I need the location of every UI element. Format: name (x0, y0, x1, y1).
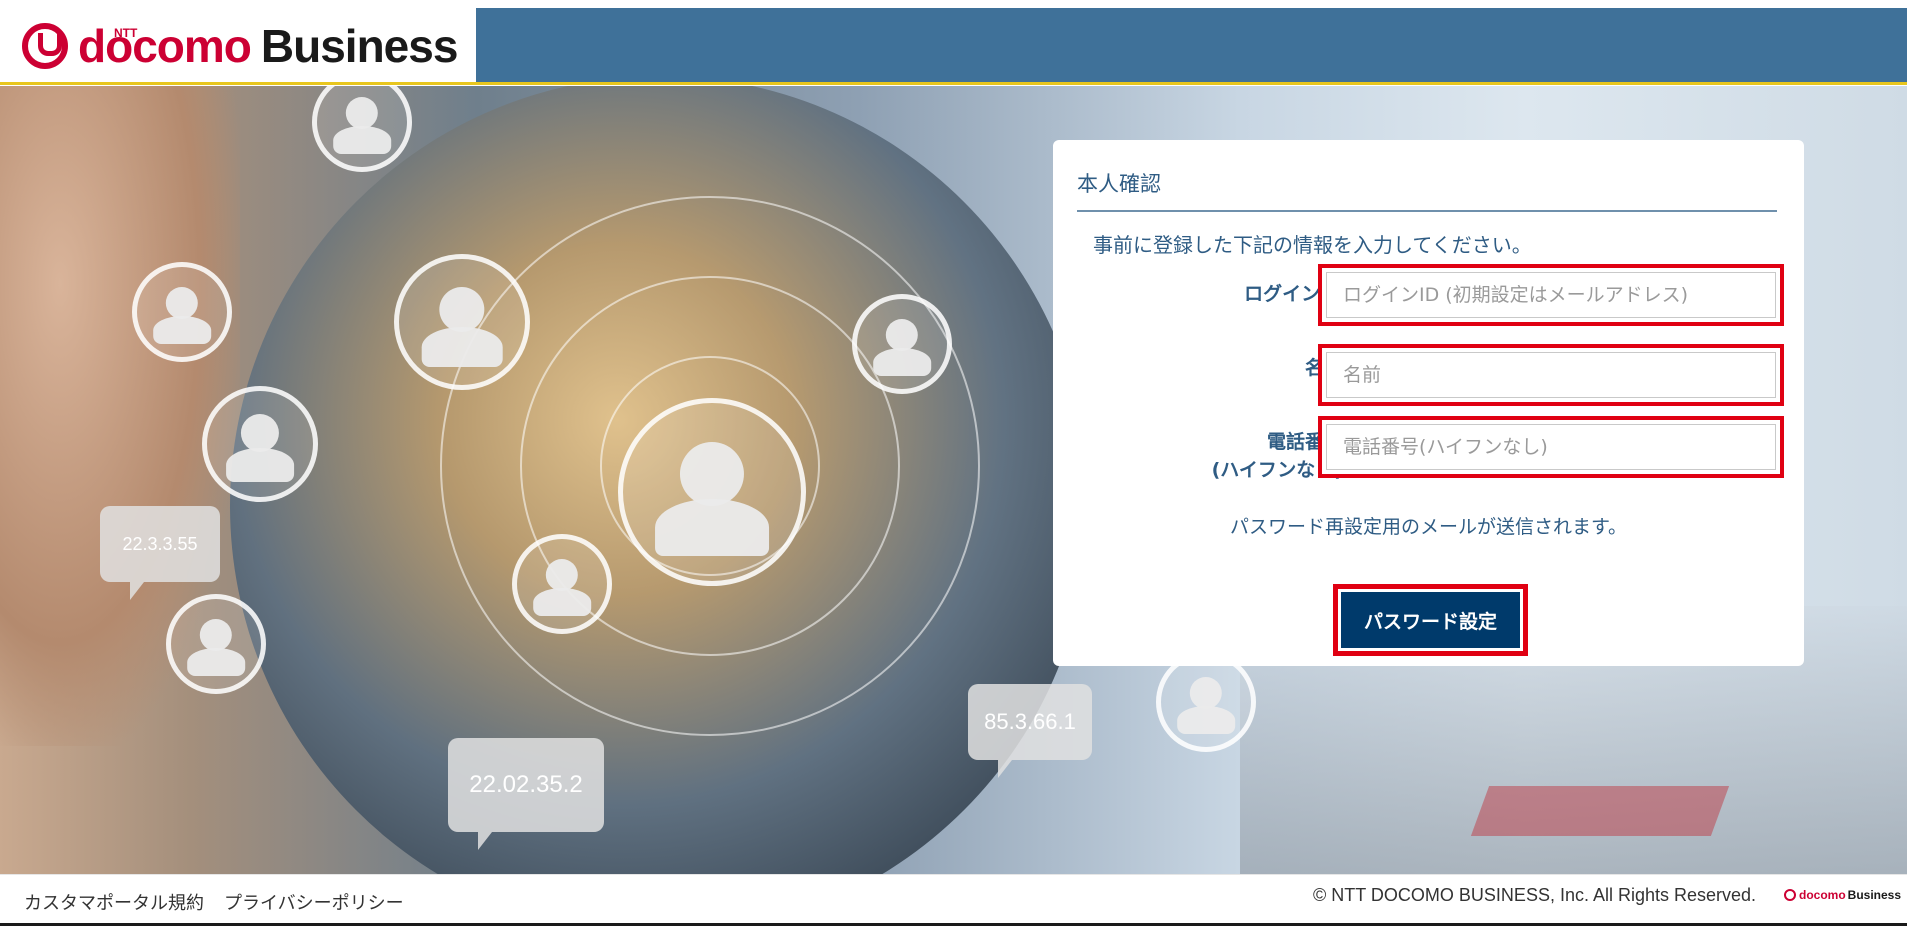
email-notice: パスワード再設定用のメールが送信されます。 (1229, 516, 1628, 538)
logo-business-text: Business (260, 20, 459, 72)
city-red-roof (1470, 786, 1730, 836)
docomo-logo-icon (22, 23, 68, 69)
person-node-icon (312, 86, 412, 172)
docomo-business-logo[interactable]: NTT docomo Business (22, 19, 459, 73)
header-logo-area: NTT docomo Business (0, 8, 476, 84)
name-highlight (1318, 344, 1784, 406)
ip-bubble-text: 22.3.3.55 (122, 533, 198, 554)
phone-label-line2: (ハイフンなし) (1211, 459, 1343, 481)
copyright-text: © NTT DOCOMO BUSINESS, Inc. All Rights R… (1313, 885, 1757, 905)
person-node-icon (512, 534, 612, 634)
footer-logo-business: Business (1847, 888, 1902, 902)
ip-bubble: 85.3.66.1 (968, 684, 1092, 778)
ip-bubble: 22.02.35.2 (448, 738, 604, 850)
site-header: NTT docomo Business (0, 0, 1907, 86)
person-node-icon (618, 398, 806, 586)
ip-bubble: 22.3.3.55 (100, 506, 220, 600)
login-id-highlight (1318, 264, 1784, 326)
logo-ntt-text: NTT (114, 26, 138, 40)
card-title-divider (1077, 210, 1777, 212)
phone-label-line1: 電話番号 (1266, 431, 1343, 453)
person-node-icon (132, 262, 232, 362)
header-accent-line (0, 82, 1907, 85)
privacy-policy-link[interactable]: プライバシーポリシー (224, 889, 404, 915)
set-password-button[interactable]: パスワード設定 (1341, 592, 1520, 648)
terms-link[interactable]: カスタマポータル規約 (24, 889, 204, 915)
ip-bubble-text: 85.3.66.1 (984, 709, 1076, 734)
person-node-icon (202, 386, 318, 502)
ip-bubble-text: 22.02.35.2 (469, 771, 583, 798)
card-instructions: 事前に登録した下記の情報を入力してください。 (1093, 233, 1532, 257)
logo-docomo-text: docomo (78, 20, 252, 72)
card-title: 本人確認 (1077, 172, 1161, 196)
identity-verification-card: 本人確認 事前に登録した下記の情報を入力してください。 ログインID 名前 電話… (1053, 140, 1804, 666)
footer-docomo-logo-icon (1784, 889, 1796, 901)
phone-label: 電話番号 (ハイフンなし) (1113, 428, 1343, 484)
phone-highlight (1318, 416, 1784, 478)
header-blue-band (476, 8, 1907, 84)
login-id-input[interactable] (1326, 272, 1776, 318)
name-label: 名前 (1113, 354, 1343, 382)
person-node-icon (166, 594, 266, 694)
footer-logo-docomo: docomo (1799, 888, 1846, 902)
footer-links: カスタマポータル規約 プライバシーポリシー (24, 889, 404, 915)
person-node-icon (852, 294, 952, 394)
login-id-label: ログインID (1113, 280, 1343, 308)
phone-input[interactable] (1326, 424, 1776, 470)
person-node-icon (1156, 652, 1256, 752)
person-node-icon (394, 254, 530, 390)
header-top-margin (0, 0, 1907, 8)
footer-logo: docomo Business (1784, 888, 1901, 902)
site-footer: カスタマポータル規約 プライバシーポリシー © NTT DOCOMO BUSIN… (0, 874, 1907, 926)
submit-highlight: パスワード設定 (1333, 584, 1528, 656)
name-input[interactable] (1326, 352, 1776, 398)
